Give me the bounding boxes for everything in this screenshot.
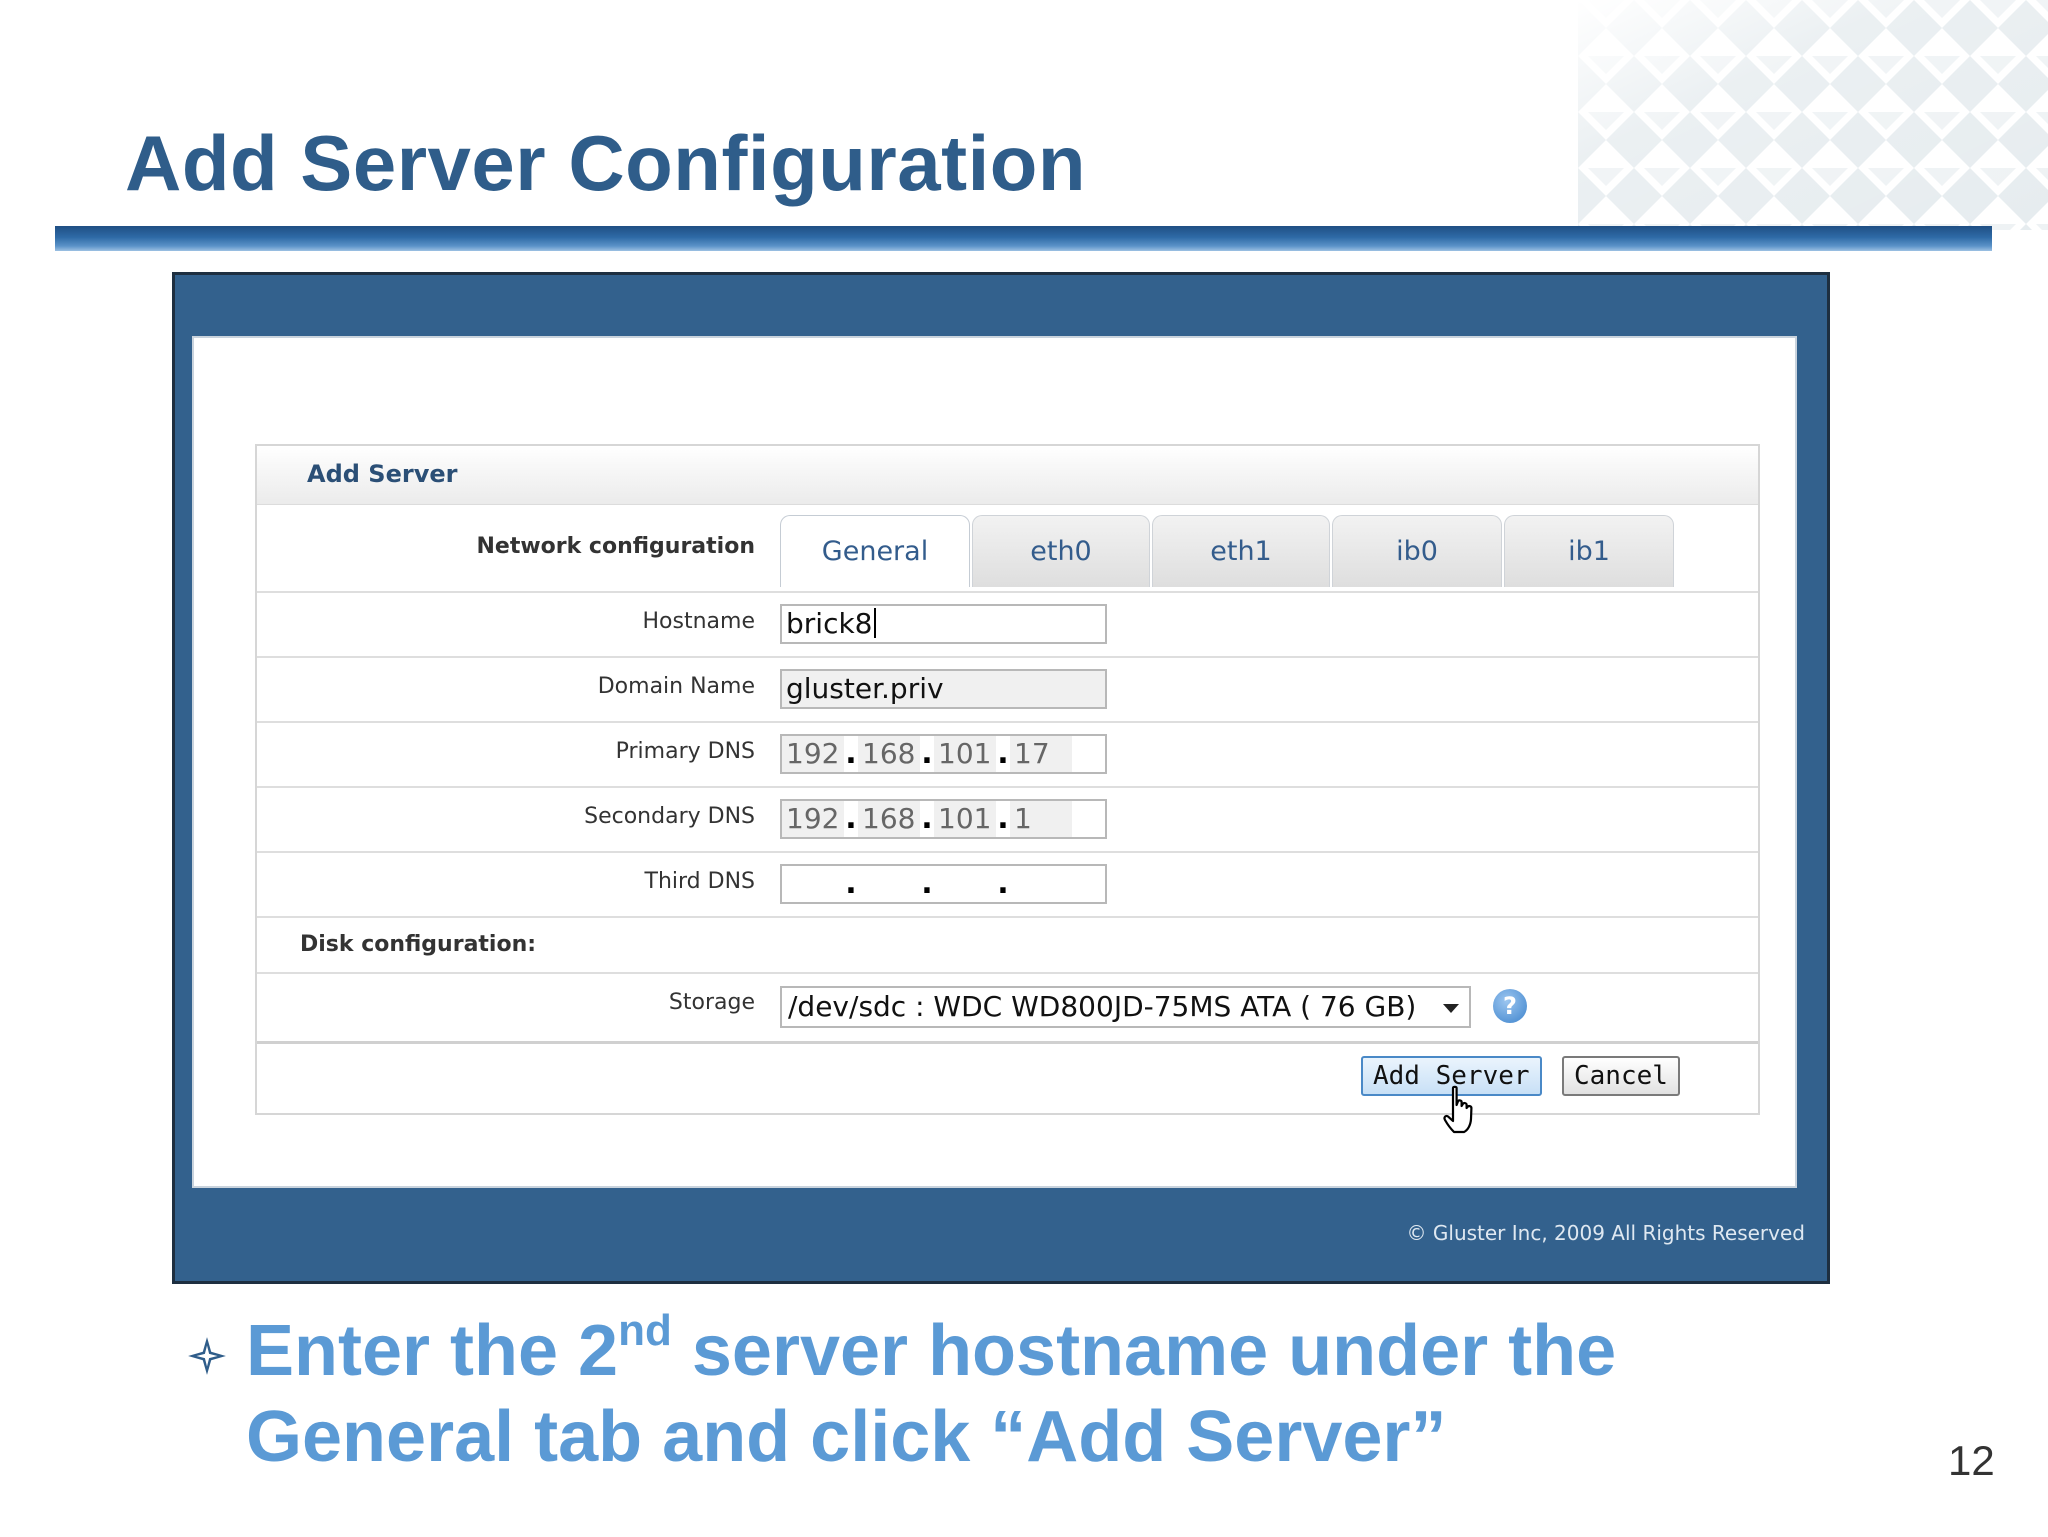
primary-dns-row: Primary DNS 192. 168. 101. 17 [257, 723, 1758, 788]
ip-octet[interactable]: 101 [934, 736, 996, 772]
ip-octet[interactable]: 101 [934, 801, 996, 837]
disk-config-row: Disk configuration: [257, 918, 1758, 974]
hostname-input[interactable]: brick8 [780, 604, 1107, 644]
actions-row: Add Server Cancel [257, 1044, 1758, 1114]
help-icon[interactable]: ? [1493, 989, 1527, 1023]
primary-dns-label: Primary DNS [615, 739, 755, 764]
domain-row: Domain Name gluster.priv [257, 658, 1758, 723]
third-dns-input[interactable]: . . . [780, 864, 1107, 904]
page-number: 12 [1948, 1437, 1995, 1484]
ip-octet[interactable]: 168 [858, 736, 920, 772]
third-dns-row: Third DNS . . . [257, 853, 1758, 918]
ip-octet[interactable]: 168 [858, 801, 920, 837]
domain-input[interactable]: gluster.priv [780, 669, 1107, 709]
tab-eth0[interactable]: eth0 [972, 515, 1150, 587]
copyright-footer: © Gluster Inc, 2009 All Rights Reserved [1406, 1221, 1805, 1245]
storage-select[interactable]: /dev/sdc : WDC WD800JD-75MS ATA ( 76 GB) [780, 986, 1471, 1028]
bullet-text-part1: Enter the 2 [246, 1311, 619, 1391]
hostname-value: brick8 [786, 607, 873, 640]
storage-label: Storage [668, 990, 755, 1015]
text-caret [873, 608, 876, 638]
ip-octet[interactable]: 17 [1010, 736, 1072, 772]
primary-dns-input[interactable]: 192. 168. 101. 17 [780, 734, 1107, 774]
tab-bar: General eth0 eth1 ib0 ib1 [780, 515, 1676, 589]
ip-dot: . [997, 736, 1009, 771]
ip-octet[interactable] [934, 866, 996, 902]
ip-octet[interactable] [1010, 866, 1072, 902]
ip-octet[interactable]: 1 [1010, 801, 1072, 837]
domain-label: Domain Name [597, 674, 755, 699]
ip-dot: . [845, 801, 857, 836]
ip-dot: . [921, 736, 933, 771]
network-config-label: Network configuration [476, 534, 756, 559]
content-panel: Add Server Network configuration General… [192, 336, 1797, 1188]
bullet-superscript: nd [618, 1306, 672, 1355]
hostname-row: Hostname brick8 [257, 593, 1758, 658]
tab-general[interactable]: General [780, 515, 970, 587]
hand-cursor-icon [1443, 1085, 1473, 1134]
ip-dot: . [921, 866, 933, 901]
disk-config-label: Disk configuration: [300, 932, 537, 957]
hostname-label: Hostname [642, 609, 755, 634]
bullet-icon [188, 1337, 226, 1375]
dialog-header: Add Server [257, 446, 1758, 505]
secondary-dns-row: Secondary DNS 192. 168. 101. 1 [257, 788, 1758, 853]
cancel-button[interactable]: Cancel [1562, 1056, 1680, 1096]
ip-octet[interactable]: 192 [782, 736, 844, 772]
ip-dot: . [921, 801, 933, 836]
secondary-dns-input[interactable]: 192. 168. 101. 1 [780, 799, 1107, 839]
secondary-dns-label: Secondary DNS [584, 804, 755, 829]
third-dns-label: Third DNS [644, 869, 755, 894]
tab-eth1[interactable]: eth1 [1152, 515, 1330, 587]
slide-title: Add Server Configuration [125, 119, 1087, 207]
decorative-pattern [1578, 0, 2048, 230]
storage-row: Storage /dev/sdc : WDC WD800JD-75MS ATA … [257, 974, 1758, 1044]
tab-ib1[interactable]: ib1 [1504, 515, 1674, 587]
ip-octet[interactable]: 192 [782, 801, 844, 837]
tab-ib0[interactable]: ib0 [1332, 515, 1502, 587]
ip-dot: . [845, 866, 857, 901]
app-screenshot: Add Server Network configuration General… [172, 272, 1830, 1284]
add-server-dialog: Add Server Network configuration General… [255, 444, 1760, 1115]
ip-octet[interactable] [858, 866, 920, 902]
chevron-down-icon[interactable] [1443, 1004, 1459, 1013]
ip-octet[interactable] [782, 866, 844, 902]
bullet-text: Enter the 2nd server hostname under the … [246, 1308, 1846, 1480]
ip-dot: . [997, 866, 1009, 901]
ip-dot: . [845, 736, 857, 771]
storage-value: /dev/sdc : WDC WD800JD-75MS ATA ( 76 GB) [788, 990, 1417, 1023]
dialog-title: Add Server [307, 460, 458, 488]
title-rule [55, 226, 1992, 251]
network-row: Network configuration General eth0 eth1 … [257, 505, 1758, 593]
ip-dot: . [997, 801, 1009, 836]
